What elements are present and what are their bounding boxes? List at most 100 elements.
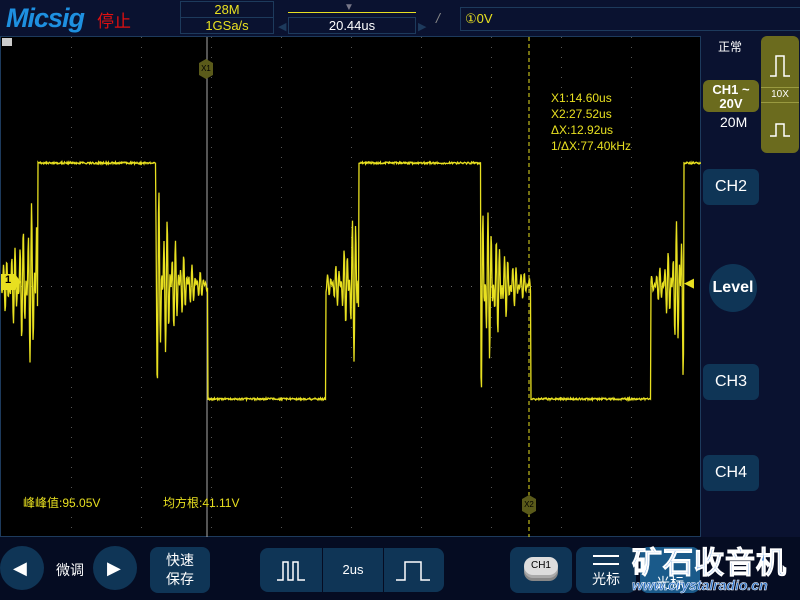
trigger-position[interactable]: 20.44us: [288, 17, 416, 34]
grid-dot: [121, 286, 122, 287]
cursor-x1-marker[interactable]: X1: [199, 59, 213, 79]
grid-dot: [421, 47, 422, 48]
right-arrow-icon[interactable]: ▶: [418, 20, 426, 33]
grid-dot: [71, 377, 72, 378]
level-knob[interactable]: Level: [709, 264, 757, 312]
grid-dot: [561, 67, 562, 68]
probe-panel[interactable]: 10X: [761, 36, 799, 153]
grid-dot: [141, 107, 142, 108]
cursor-button[interactable]: 光标: [576, 547, 636, 593]
grid-dot: [141, 97, 142, 98]
waveform-display[interactable]: 1 ◀ X1 X2 X1:14.60us X2:27.52us ΔX:12.92…: [0, 36, 701, 537]
grid-dot: [211, 407, 212, 408]
quick-save-button[interactable]: 快速 保存: [150, 547, 210, 593]
grid-dot: [71, 207, 72, 208]
grid-dot: [211, 357, 212, 358]
grid-dot: [71, 307, 72, 308]
ch2-button[interactable]: CH2: [703, 169, 759, 205]
grid-dot: [211, 477, 212, 478]
grid-dot: [281, 117, 282, 118]
grid-dot: [631, 357, 632, 358]
memory-depth[interactable]: 28M: [180, 1, 274, 18]
grid-dot: [281, 407, 282, 408]
grid-dot: [351, 497, 352, 498]
grid-dot: [561, 327, 562, 328]
grid-dot: [211, 527, 212, 528]
grid-dot: [351, 197, 352, 198]
right-arrow-icon: ▶: [107, 558, 121, 579]
left-arrow-icon[interactable]: ◀: [278, 20, 286, 33]
grid-dot: [281, 197, 282, 198]
grid-dot: [351, 127, 352, 128]
grid-dot: [351, 357, 352, 358]
grid-dot: [71, 137, 72, 138]
grid-dot: [351, 347, 352, 348]
grid-dot: [211, 427, 212, 428]
grid-dot: [71, 197, 72, 198]
grid-dot: [491, 477, 492, 478]
grid-dot: [491, 137, 492, 138]
grid-dot: [421, 457, 422, 458]
grid-dot: [491, 177, 492, 178]
trigger-level-arrow-icon[interactable]: ◀: [684, 275, 694, 291]
grid-dot: [281, 127, 282, 128]
grid-dot: [71, 297, 72, 298]
ch1-label: CH1 ~: [703, 83, 759, 97]
cursor-x2-marker[interactable]: X2: [522, 495, 536, 515]
grid-dot: [421, 417, 422, 418]
rising-edge-icon[interactable]: /: [436, 10, 440, 26]
sample-rate[interactable]: 1GSa/s: [180, 17, 274, 34]
grid-dot: [211, 37, 212, 38]
grid-dot: [141, 477, 142, 478]
scale-up-icon[interactable]: [761, 46, 799, 86]
ch1-settings-button[interactable]: CH1 ~ 20V: [703, 80, 759, 112]
grid-dot: [261, 286, 262, 287]
ch4-button[interactable]: CH4: [703, 455, 759, 491]
grid-dot: [281, 487, 282, 488]
grid-dot: [141, 147, 142, 148]
narrow-pulse-icon: [260, 548, 322, 592]
grid-dot: [561, 407, 562, 408]
grid-dot: [71, 127, 72, 128]
ch3-button[interactable]: CH3: [703, 364, 759, 400]
peak-to-peak-measurement[interactable]: 峰峰值:95.05V: [23, 494, 100, 511]
fine-right-button[interactable]: ▶: [93, 546, 137, 590]
grid-dot: [351, 147, 352, 148]
grid-dot: [561, 487, 562, 488]
grid-dot: [421, 247, 422, 248]
grid-dot: [421, 67, 422, 68]
timebase-decrease-button[interactable]: [260, 548, 322, 592]
cursor-lines-icon: [593, 555, 619, 565]
grid-dot: [461, 286, 462, 287]
scale-down-icon[interactable]: [761, 114, 799, 144]
rms-measurement[interactable]: 均方根:41.11V: [163, 494, 239, 511]
grid-dot: [361, 286, 362, 287]
grid-dot: [491, 197, 492, 198]
grid-dot: [71, 147, 72, 148]
channel-select-button[interactable]: CH1: [510, 547, 572, 593]
fine-left-button[interactable]: ◀: [0, 546, 44, 590]
grid-dot: [631, 67, 632, 68]
grid-dot: [401, 286, 402, 287]
trigger-mode[interactable]: 正常: [718, 38, 742, 55]
grid-dot: [271, 286, 272, 287]
grid-dot: [151, 286, 152, 287]
timebase-value[interactable]: 2us: [323, 548, 383, 592]
grid-dot: [491, 497, 492, 498]
grid-dot: [351, 77, 352, 78]
probe-ratio[interactable]: 10X: [761, 87, 799, 103]
grid-dot: [421, 217, 422, 218]
grid-dot: [71, 286, 72, 287]
grid-dot: [421, 77, 422, 78]
grid-dot: [71, 437, 72, 438]
grid-dot: [141, 257, 142, 258]
timebase-increase-button[interactable]: [384, 548, 444, 592]
trigger-level[interactable]: ①0V: [460, 7, 800, 31]
grid-dot: [491, 87, 492, 88]
grid-dot: [591, 286, 592, 287]
cursor-freq-readout: 1/ΔX:77.40kHz: [551, 139, 631, 153]
grid-dot: [421, 497, 422, 498]
grid-dot: [631, 137, 632, 138]
grid-dot: [311, 286, 312, 287]
run-status[interactable]: 停止: [97, 7, 131, 32]
